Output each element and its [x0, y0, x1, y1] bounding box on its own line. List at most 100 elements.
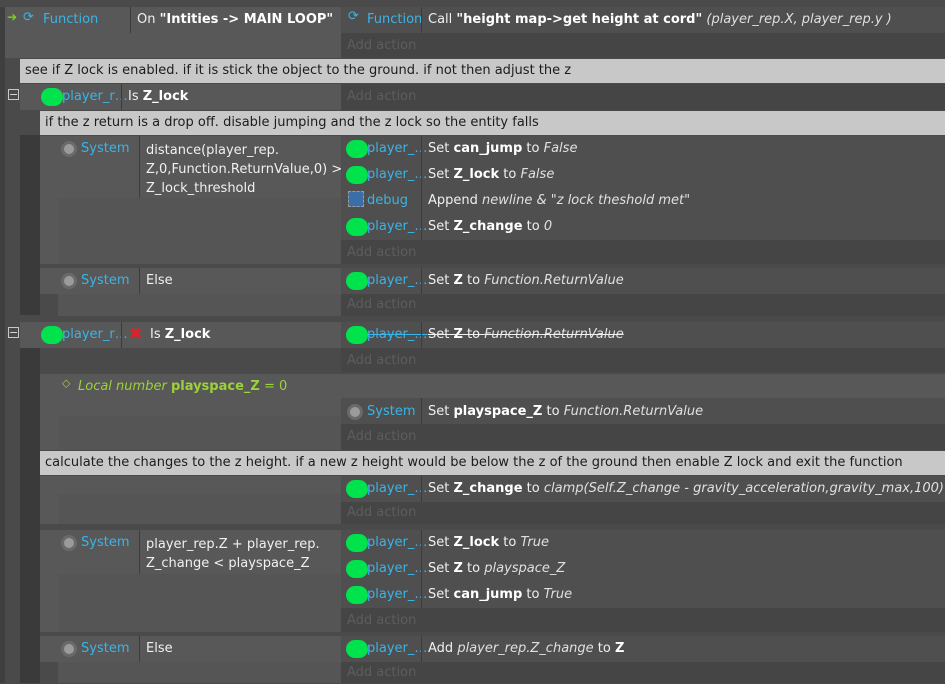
action-object-function: Function	[367, 12, 423, 27]
on-function-condition[interactable]: On "Intities -> MAIN LOOP"	[137, 12, 333, 27]
divider	[421, 582, 422, 608]
condition-else[interactable]: Else	[146, 273, 173, 288]
add-action-row[interactable]: Add action	[341, 424, 945, 450]
action-text[interactable]: Set can_jump to True	[428, 587, 572, 602]
action-object-player: player_…	[367, 561, 428, 576]
add-action-link[interactable]: Add action	[341, 505, 416, 520]
collapse-toggle[interactable]: −	[8, 89, 19, 100]
system-gear-icon	[61, 141, 77, 157]
add-action-row[interactable]: Add action	[341, 608, 945, 632]
divider	[139, 136, 140, 198]
local-variable-icon: ⬦	[62, 376, 71, 390]
function-refresh-icon: ⟳	[23, 10, 34, 25]
add-action-row[interactable]: Add action	[341, 84, 945, 110]
divider	[421, 7, 422, 33]
action-text[interactable]: Set Z_lock to True	[428, 535, 549, 550]
action-object-player: player_…	[367, 481, 428, 496]
add-action-link[interactable]: Add action	[341, 245, 416, 260]
action-object-debug: debug	[367, 193, 408, 208]
event-spacer	[5, 33, 341, 58]
add-action-link[interactable]: Add action	[341, 38, 416, 53]
divider	[421, 214, 422, 240]
add-action-row[interactable]: Add action	[341, 502, 945, 524]
divider	[421, 188, 422, 214]
divider	[139, 268, 140, 294]
add-action-link[interactable]: Add action	[341, 665, 416, 680]
add-action-link[interactable]: Add action	[341, 429, 416, 444]
divider	[421, 268, 422, 294]
player-sprite-icon	[346, 326, 368, 344]
add-action-row[interactable]: Add action	[341, 33, 945, 58]
invert-x-icon: ✖	[129, 324, 143, 343]
condition-object-system: System	[81, 535, 130, 550]
divider	[121, 84, 122, 110]
action-object-player: player_…	[367, 327, 428, 342]
action-object-player: player_…	[367, 535, 428, 550]
action-object-player: player_…	[367, 141, 428, 156]
divider	[139, 636, 140, 662]
player-sprite-icon	[346, 166, 368, 184]
player-sprite-icon	[346, 480, 368, 498]
divider	[130, 7, 131, 33]
condition-else[interactable]: Else	[146, 641, 173, 656]
player-sprite-icon	[41, 326, 63, 344]
divider	[421, 530, 422, 556]
divider	[421, 162, 422, 188]
function-arrow-icon: ➔	[7, 10, 18, 24]
collapse-toggle[interactable]: −	[8, 327, 19, 338]
divider	[421, 556, 422, 582]
player-sprite-icon	[346, 272, 368, 290]
action-object-player: player_…	[367, 641, 428, 656]
event-body	[58, 294, 341, 316]
call-function-action[interactable]: Call "height map->get height at cord" (p…	[428, 12, 892, 27]
add-action-link[interactable]: Add action	[341, 353, 416, 368]
system-gear-icon	[347, 404, 363, 420]
add-action-row[interactable]: Add action	[341, 662, 945, 683]
nest-bar	[20, 348, 40, 683]
event-body	[58, 494, 341, 524]
action-text[interactable]: Append newline & "z lock theshold met"	[428, 193, 690, 208]
event-body	[58, 416, 341, 450]
action-text[interactable]: Set Z_change to clamp(Self.Z_change - gr…	[428, 481, 944, 496]
action-text[interactable]: Set Z to playspace_Z	[428, 561, 565, 576]
add-action-row[interactable]: Add action	[341, 240, 945, 264]
action-text[interactable]: Set can_jump to False	[428, 141, 577, 156]
comment-2[interactable]: if the z return is a drop off. disable j…	[40, 111, 945, 135]
divider	[139, 530, 140, 574]
add-action-row[interactable]: Add action	[341, 294, 945, 316]
action-text[interactable]: Set Z_change to 0	[428, 219, 552, 234]
condition-object-system: System	[81, 273, 130, 288]
add-action-link[interactable]: Add action	[341, 89, 416, 104]
action-text[interactable]: Set playspace_Z to Function.ReturnValue	[428, 404, 703, 419]
action-object-player: player_…	[367, 587, 428, 602]
player-sprite-icon	[346, 218, 368, 236]
add-action-row[interactable]: Add action	[341, 348, 945, 372]
add-action-link[interactable]: Add action	[341, 613, 416, 628]
action-object-player: player_…	[367, 167, 428, 182]
function-object-icon: ⟳	[348, 9, 359, 24]
condition-not-zlock[interactable]: Is Z_lock	[150, 327, 210, 342]
disabled-action-text[interactable]: Set Z to Function.ReturnValue	[428, 327, 624, 342]
event-margin	[0, 7, 5, 683]
action-text[interactable]: Set Z_lock to False	[428, 167, 554, 182]
player-sprite-icon	[41, 88, 63, 106]
action-text[interactable]: Set Z to Function.ReturnValue	[428, 273, 624, 288]
system-gear-icon	[61, 273, 77, 289]
comment-3[interactable]: calculate the changes to the z height. i…	[40, 451, 945, 475]
condition-compare[interactable]: player_rep.Z + player_rep. Z_change < pl…	[146, 535, 320, 573]
player-sprite-icon	[346, 560, 368, 578]
action-text[interactable]: Add player_rep.Z_change to Z	[428, 641, 624, 656]
debug-text-icon	[348, 191, 364, 207]
condition-distance[interactable]: distance(player_rep. Z,0,Function.Return…	[146, 141, 342, 198]
divider	[421, 136, 422, 162]
comment-1[interactable]: see if Z lock is enabled. if it is stick…	[20, 59, 945, 83]
condition-object-player: player_r…	[62, 327, 128, 342]
add-action-link[interactable]: Add action	[341, 297, 416, 312]
condition-is-zlock[interactable]: Is Z_lock	[128, 89, 188, 104]
player-sprite-icon	[346, 586, 368, 604]
action-object-system: System	[367, 404, 416, 419]
action-object-player: player_…	[367, 273, 428, 288]
system-gear-icon	[61, 535, 77, 551]
condition-object-player: player_r…	[62, 89, 128, 104]
local-variable-text[interactable]: Local number playspace_Z = 0	[78, 379, 287, 394]
